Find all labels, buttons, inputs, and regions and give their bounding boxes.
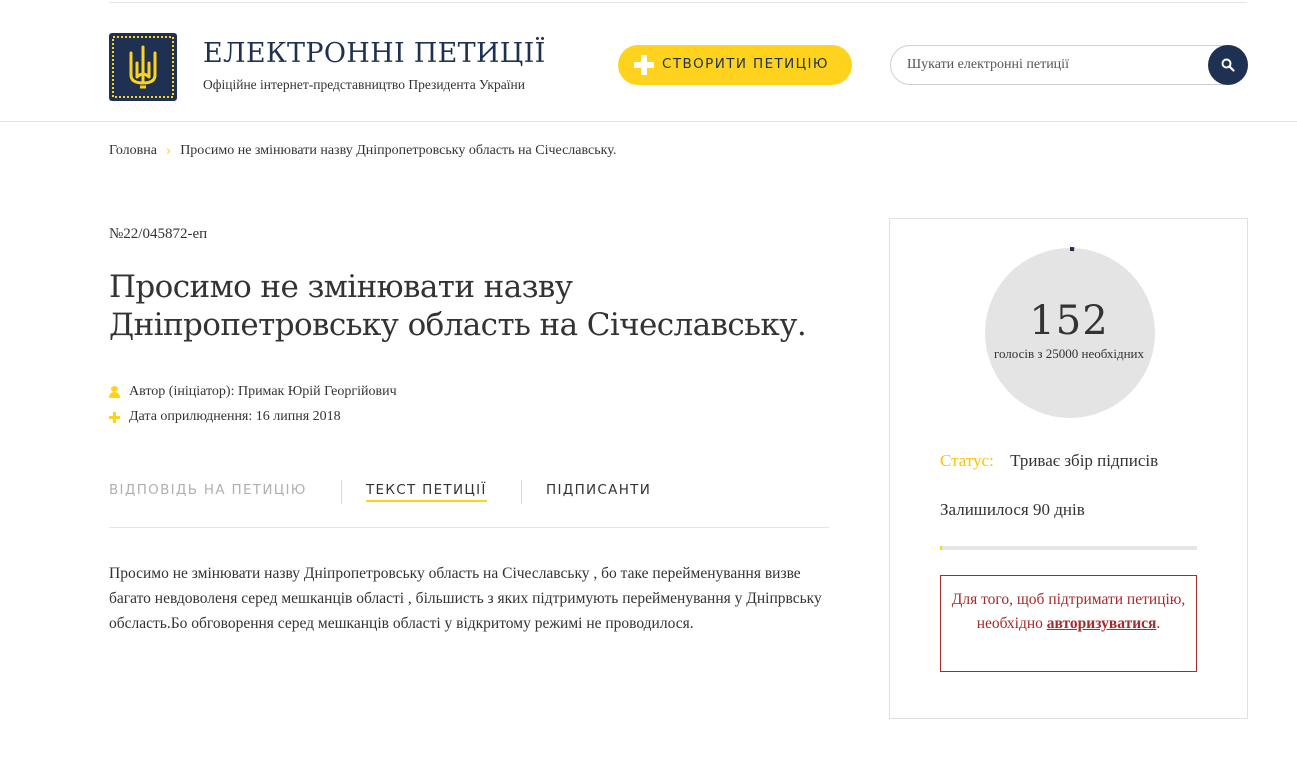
petition-date-text: Дата оприлюднення: 16 липня 2018 [129,409,341,424]
votes-subtitle: голосів з 25000 необхідних [993,346,1145,361]
site-header: ЕЛЕКТРОННІ ПЕТИЦІЇ Офіційне інтернет-пре… [0,0,1297,122]
breadcrumb-current: Просимо не змінювати назву Дніпропетровс… [180,143,617,158]
site-title[interactable]: ЕЛЕКТРОННІ ПЕТИЦІЇ [203,38,546,69]
search-box [890,45,1248,85]
petition-author: Автор (ініціатор): Примак Юрій Георгійов… [109,384,397,400]
user-icon [109,386,120,398]
time-progress-bar [940,546,1197,550]
chevron-right-icon: › [165,143,172,159]
days-remaining: Залишилося 90 днів [940,500,1085,519]
petition-number: №22/045872-еп [109,226,208,242]
tab-divider [341,480,342,504]
tab-text[interactable]: ТЕКСТ ПЕТИЦІЇ [366,482,487,502]
status-label: Статус: [940,451,994,470]
votes-count: 152 [1029,298,1109,344]
site-subtitle: Офіційне інтернет-представництво Президе… [203,77,525,92]
search-icon [1221,58,1235,72]
plus-icon [109,411,120,423]
auth-link[interactable]: авторизуватися [1047,615,1157,632]
tab-answer[interactable]: ВІДПОВІДЬ НА ПЕТИЦІЮ [109,482,307,498]
status-value: Триває збір підписів [1010,451,1159,470]
plus-icon [634,55,654,75]
breadcrumb: Головна › Просимо не змінювати назву Дні… [109,143,616,159]
breadcrumb-home-link[interactable]: Головна [109,143,157,159]
tab-divider [521,480,522,504]
petition-title: Просимо не змінювати назву Дніпропетровс… [109,269,807,343]
petition-date: Дата оприлюднення: 16 липня 2018 [109,409,341,425]
search-input[interactable] [907,46,1207,84]
search-button[interactable] [1208,45,1248,85]
auth-notice-end: . [1156,615,1161,632]
petition-author-text: Автор (ініціатор): Примак Юрій Георгійов… [129,384,397,399]
create-petition-label: СТВОРИТИ ПЕТИЦІЮ [662,56,829,72]
tab-signers[interactable]: ПІДПИСАНТИ [546,482,651,498]
petition-tabs: ВІДПОВІДЬ НА ПЕТИЦІЮ ТЕКСТ ПЕТИЦІЇ ПІДПИ… [109,472,829,528]
time-progress-fill [940,546,943,550]
auth-notice: Для того, щоб підтримати петицію, необхі… [940,575,1197,672]
petition-body: Просимо не змінювати назву Дніпропетровс… [109,565,822,632]
petition-status: Статус: Триває збір підписів [940,451,1158,471]
create-petition-button[interactable]: СТВОРИТИ ПЕТИЦІЮ [618,45,852,85]
trident-logo-icon[interactable] [109,33,177,101]
